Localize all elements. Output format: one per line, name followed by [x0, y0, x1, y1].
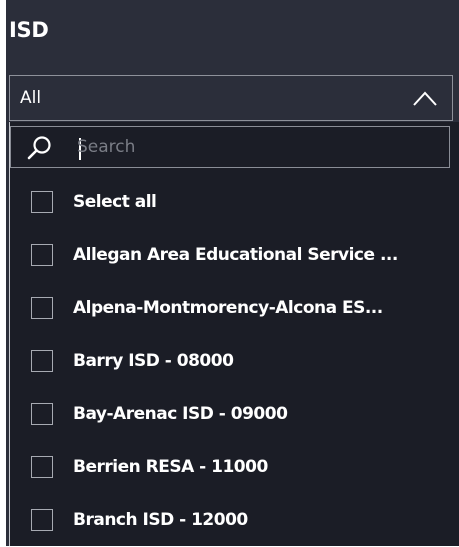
list-item[interactable]: Bay-Arenac ISD - 09000 [10, 388, 459, 441]
item-label: Bay-Arenac ISD - 09000 [73, 404, 288, 424]
list-item[interactable]: Berrien RESA - 11000 [10, 441, 459, 494]
list-item[interactable]: Barry ISD - 08000 [10, 335, 459, 388]
chevron-up-icon[interactable] [412, 86, 438, 110]
checkbox[interactable] [31, 456, 53, 478]
checkbox[interactable] [31, 350, 53, 372]
search-box[interactable] [10, 126, 450, 168]
slicer-panel: ISD All Select all Allegan Area Educatio… [0, 0, 459, 546]
selected-value: All [20, 88, 42, 108]
item-label: Barry ISD - 08000 [73, 351, 234, 371]
checkbox[interactable] [31, 191, 53, 213]
isd-dropdown-toggle[interactable]: All [9, 75, 453, 121]
item-label: Berrien RESA - 11000 [73, 457, 268, 477]
dropdown-list-panel: Select all Allegan Area Educational Serv… [9, 122, 459, 546]
item-label: Branch ISD - 12000 [73, 510, 248, 530]
list-item[interactable]: Alpena-Montmorency-Alcona ES... [10, 282, 459, 335]
option-list: Select all Allegan Area Educational Serv… [10, 176, 459, 547]
list-item[interactable]: Branch ISD - 12000 [10, 494, 459, 547]
list-item-select-all[interactable]: Select all [10, 176, 459, 229]
checkbox[interactable] [31, 244, 53, 266]
scrollbar[interactable] [455, 176, 459, 546]
slicer-title: ISD [9, 18, 49, 42]
checkbox[interactable] [31, 509, 53, 531]
list-item[interactable]: Allegan Area Educational Service ... [10, 229, 459, 282]
item-label: Select all [73, 192, 157, 212]
left-edge-strip [0, 0, 6, 546]
search-icon [27, 136, 51, 160]
item-label: Alpena-Montmorency-Alcona ES... [73, 298, 383, 318]
checkbox[interactable] [31, 297, 53, 319]
checkbox[interactable] [31, 403, 53, 425]
item-label: Allegan Area Educational Service ... [73, 245, 398, 265]
search-input[interactable] [77, 131, 437, 163]
